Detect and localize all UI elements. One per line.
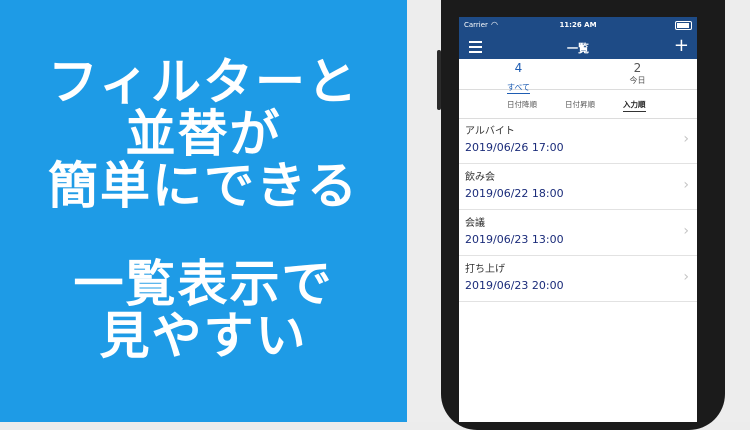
chevron-right-icon: › — [683, 223, 689, 239]
list-item[interactable]: 会議 2019/06/23 13:00 › — [459, 210, 697, 256]
event-title: アルバイト — [465, 126, 515, 137]
status-bar: Carrier ◠ 11:26 AM — [459, 17, 697, 35]
chevron-right-icon: › — [683, 177, 689, 193]
sort-date-asc[interactable]: 日付昇順 — [565, 99, 595, 110]
filter-tabs: 4 すべて 2 今日 — [459, 59, 697, 94]
promo-line-2: 並替が — [125, 105, 282, 163]
event-title: 打ち上げ — [465, 264, 505, 275]
promo-line-3: 簡単にできる — [48, 157, 359, 215]
event-date: 2019/06/22 18:00 — [465, 187, 564, 200]
list-item[interactable]: 飲み会 2019/06/22 18:00 › — [459, 164, 697, 210]
event-date: 2019/06/23 20:00 — [465, 279, 564, 292]
sort-input-order[interactable]: 入力順 — [623, 99, 646, 112]
sort-options: 日付降順 日付昇順 入力順 — [459, 90, 697, 119]
event-title: 会議 — [465, 218, 485, 229]
status-time: 11:26 AM — [559, 21, 597, 29]
promo-line-5: 見やすい — [99, 307, 308, 365]
battery-icon — [675, 21, 692, 30]
sort-date-desc[interactable]: 日付降順 — [507, 99, 537, 110]
tab-today-label: 今日 — [629, 76, 646, 85]
tab-today[interactable]: 2 今日 — [578, 61, 697, 86]
promo-line-1: フィルターと — [48, 53, 359, 111]
chevron-right-icon: › — [683, 131, 689, 147]
add-event-button[interactable]: + — [674, 36, 689, 56]
tab-all-count: 4 — [514, 61, 523, 75]
tab-today-count: 2 — [633, 61, 642, 75]
promo-panel: フィルターと 並替が 簡単にできる 一覧表示で 見やすい — [0, 0, 407, 422]
event-list: アルバイト 2019/06/26 17:00 › 飲み会 2019/06/22 … — [459, 118, 697, 302]
list-item[interactable]: アルバイト 2019/06/26 17:00 › — [459, 118, 697, 164]
navigation-bar: 一覧 + — [459, 35, 697, 59]
event-date: 2019/06/23 13:00 — [465, 233, 564, 246]
chevron-right-icon: › — [683, 269, 689, 285]
phone-screen: Carrier ◠ 11:26 AM 一覧 + 4 すべて 2 今日 日付降順 … — [459, 17, 697, 422]
page-title: 一覧 — [567, 42, 589, 55]
promo-line-4: 一覧表示で — [73, 255, 334, 313]
event-date: 2019/06/26 17:00 — [465, 141, 564, 154]
event-title: 飲み会 — [465, 172, 495, 183]
list-item[interactable]: 打ち上げ 2019/06/23 20:00 › — [459, 256, 697, 302]
